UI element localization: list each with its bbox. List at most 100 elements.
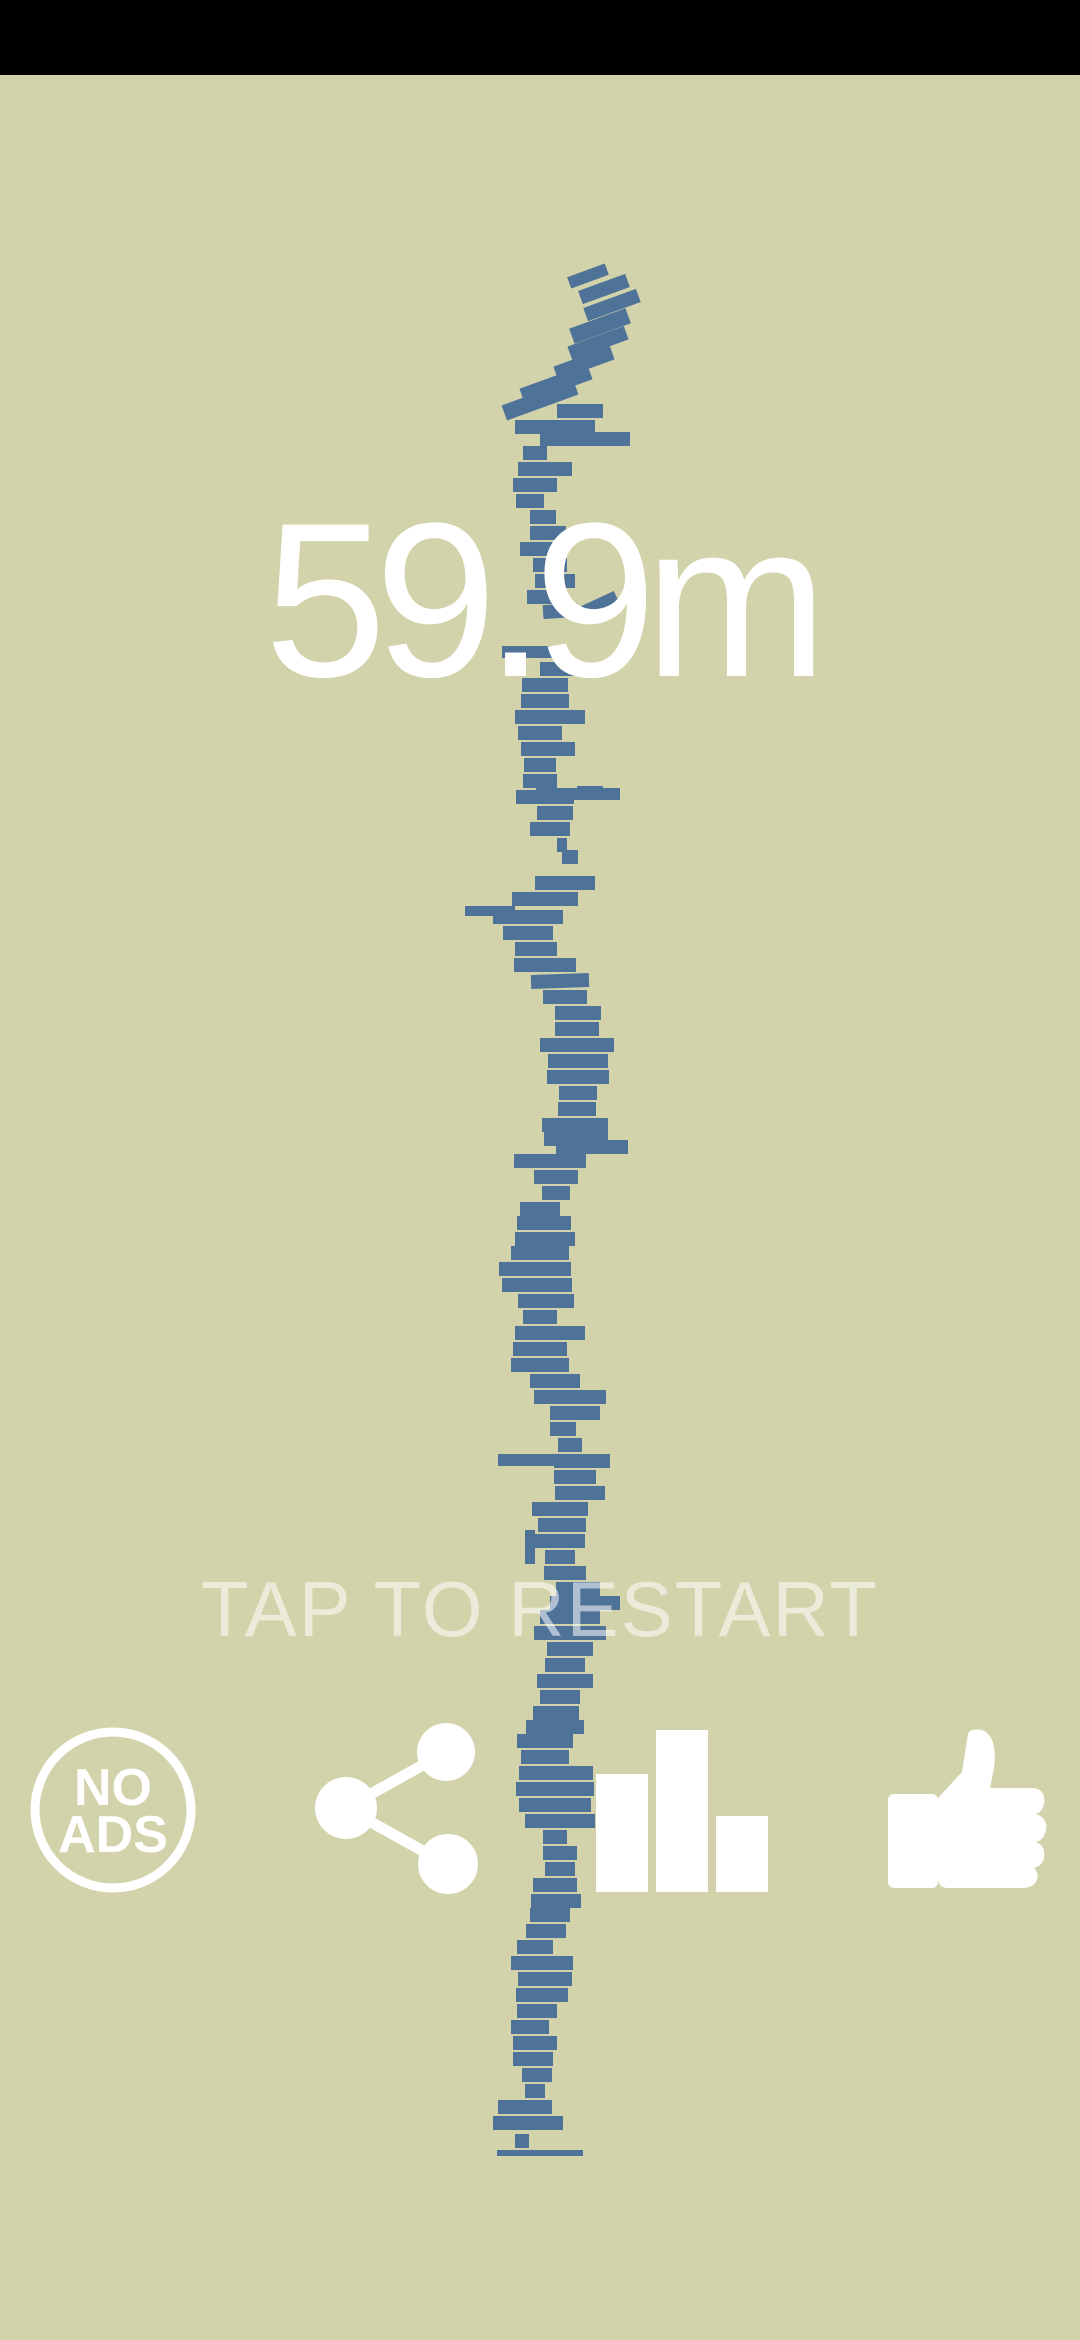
tower-block: [521, 742, 575, 756]
tower-block: [554, 1454, 610, 1468]
tower-block: [503, 926, 553, 940]
tower-block: [547, 1070, 609, 1084]
tower-block: [511, 1246, 569, 1260]
tower-block: [534, 1390, 606, 1404]
tower-block: [555, 1006, 601, 1020]
tower-block: [540, 1038, 614, 1052]
tower-block: [540, 1690, 580, 1704]
no-ads-label-ads: ADS: [58, 1806, 168, 1864]
share-button[interactable]: [312, 1722, 484, 1894]
tower-block: [502, 1278, 572, 1292]
tower-block: [530, 972, 590, 990]
tower-block: [517, 1940, 553, 1954]
tower-block: [538, 1518, 586, 1532]
tower-block: [526, 1720, 584, 1734]
tower-block: [532, 1502, 588, 1516]
tower-block: [550, 1406, 600, 1420]
tower-block: [542, 1186, 570, 1200]
tower-block: [517, 2004, 557, 2018]
tower-block: [519, 1798, 591, 1812]
tower-block: [558, 1438, 582, 1452]
tower-block: [537, 806, 573, 820]
no-ads-icon: NO ADS: [30, 1727, 196, 1893]
tower-block: [498, 1454, 562, 1466]
tower-block: [554, 1470, 596, 1484]
thumbs-up-icon: [888, 1729, 1047, 1888]
tower-block: [531, 1894, 581, 1908]
tower-block: [534, 1170, 578, 1184]
rate-button[interactable]: [886, 1728, 1050, 1890]
tower-block: [545, 1658, 585, 1672]
tower-block: [516, 1988, 568, 2002]
tower-block: [518, 1294, 574, 1308]
tower-block: [523, 1310, 557, 1324]
share-icon: [315, 1723, 478, 1894]
tower-block: [530, 822, 570, 836]
tower-block: [493, 2116, 563, 2130]
tower-block: [511, 2020, 549, 2034]
tower-block: [558, 1102, 596, 1116]
tower-block: [515, 1326, 585, 1340]
tower-block: [545, 1862, 575, 1876]
tower-block: [513, 2036, 557, 2050]
bar-chart-icon: [596, 1730, 768, 1892]
tower-block: [520, 1202, 560, 1216]
tower-block: [518, 726, 562, 740]
tower-block: [525, 1814, 595, 1828]
tower-block: [555, 1022, 599, 1036]
tower-block: [517, 1216, 571, 1230]
block-tower: [465, 263, 641, 2156]
tower-block: [550, 1422, 576, 1436]
tower-block: [542, 1118, 608, 1132]
tower-block: [513, 1342, 567, 1356]
tower-block: [533, 1706, 579, 1720]
tower-block: [521, 1750, 569, 1764]
tower-block: [543, 1846, 577, 1860]
height-readout: 59.9m: [264, 477, 827, 723]
leaderboard-button[interactable]: [596, 1728, 770, 1892]
tower-block: [525, 2084, 545, 2098]
tower-block: [515, 1232, 575, 1246]
tap-to-restart-prompt[interactable]: TAP TO RESTART: [0, 1570, 1080, 1648]
tower-block: [535, 1534, 585, 1548]
tower-block: [555, 1486, 605, 1500]
tower-block: [519, 1766, 593, 1780]
tower-block: [523, 774, 557, 788]
tower-block: [540, 432, 630, 446]
tower-block: [515, 2134, 529, 2148]
tower-block: [523, 446, 547, 460]
tower-block: [557, 404, 603, 418]
tower-block: [512, 892, 578, 906]
tower-block: [530, 1374, 580, 1388]
tower-block: [556, 1140, 628, 1154]
tower-block: [562, 850, 578, 864]
tower-block: [526, 1924, 566, 1938]
tower-block: [515, 420, 595, 434]
tower-block: [513, 2052, 553, 2066]
tower-block: [533, 1878, 577, 1892]
tower-block: [525, 1530, 535, 1564]
tower-block: [535, 876, 595, 890]
tower-block: [514, 958, 576, 972]
tower-block: [514, 1154, 586, 1168]
tower-block: [498, 2100, 552, 2114]
tower-block: [548, 1054, 608, 1068]
tower-block: [543, 1830, 567, 1844]
tower-block: [516, 1782, 594, 1796]
tower-block: [543, 990, 587, 1004]
tower-block: [497, 2150, 583, 2156]
tower-block: [559, 1086, 597, 1100]
tower-block: [524, 758, 556, 772]
tower-block: [515, 942, 557, 956]
tower-block: [511, 1358, 569, 1372]
tower-block: [465, 906, 515, 916]
tower-block: [530, 1908, 570, 1922]
tower-block: [545, 1550, 575, 1564]
tower-block: [499, 1262, 571, 1276]
tower-block: [536, 788, 620, 800]
tower-block: [522, 2068, 552, 2082]
tower-block: [518, 1972, 572, 1986]
tower-block: [517, 1734, 573, 1748]
tower-block: [537, 1674, 593, 1688]
no-ads-button[interactable]: NO ADS: [28, 1725, 198, 1895]
